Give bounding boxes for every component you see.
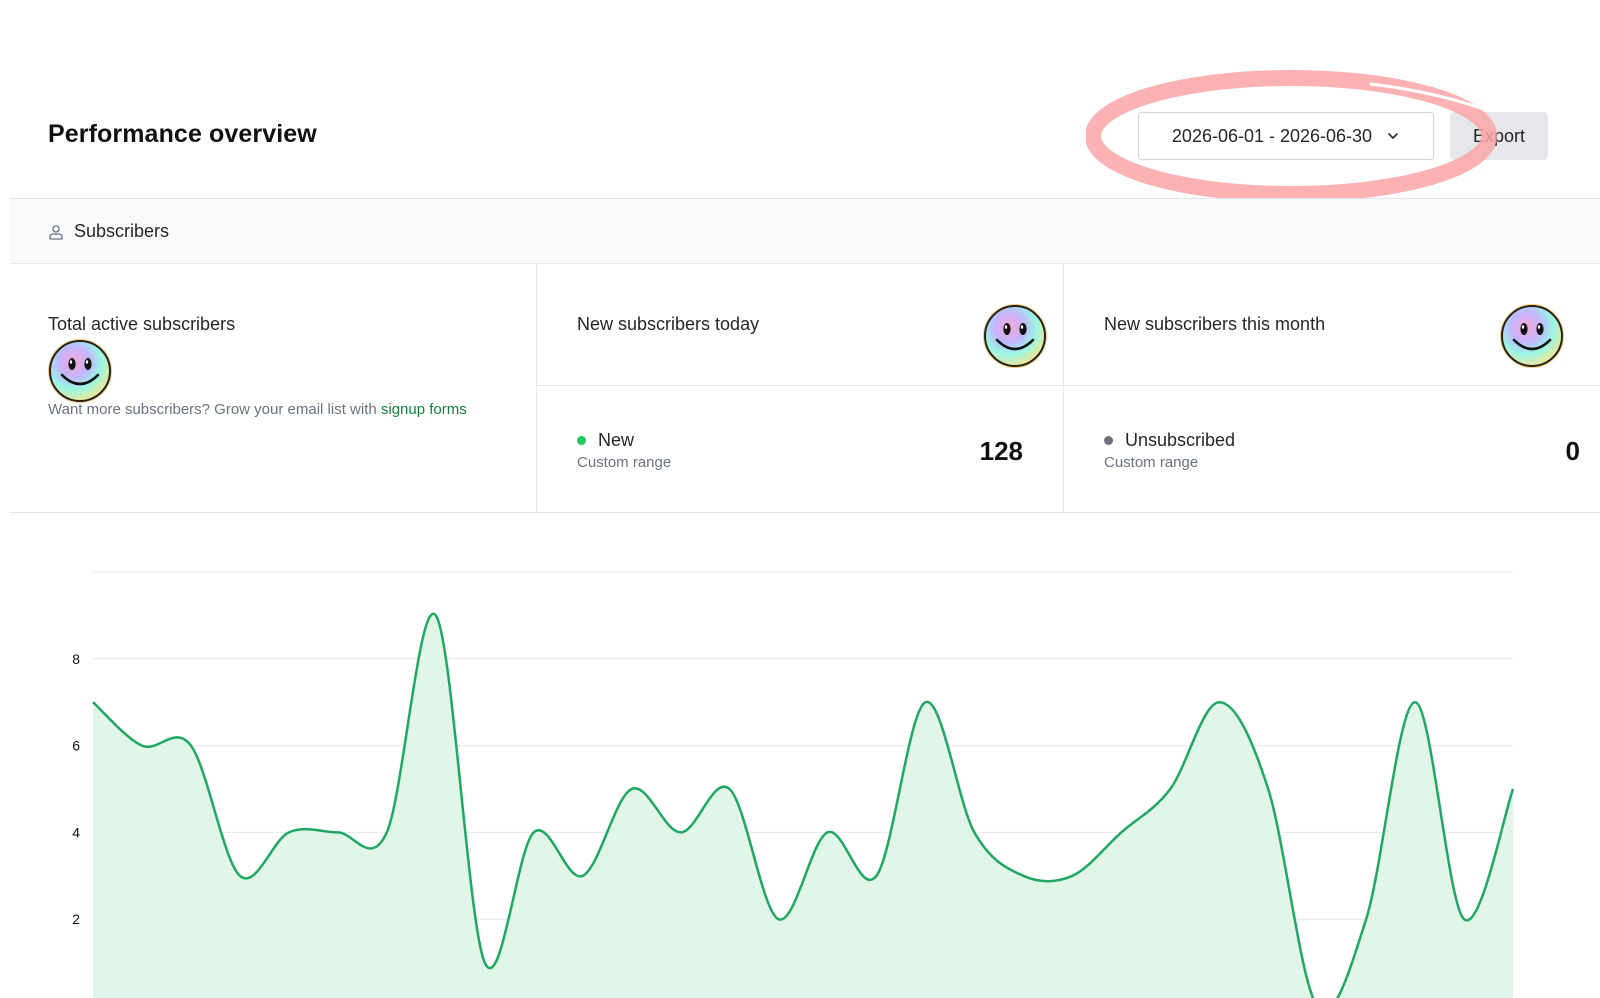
area-chart: 2 4 6 8: [72, 571, 1515, 998]
status-dot-icon: [577, 436, 586, 445]
stat-label-month: New subscribers this month: [1104, 314, 1326, 334]
status-dot-icon: [1104, 436, 1113, 445]
y-tick-label: 8: [72, 651, 80, 667]
smiley-sticker-icon: [1498, 302, 1566, 370]
metric-subtitle: Custom range: [577, 454, 672, 471]
stat-label-today: New subscribers today: [577, 314, 760, 334]
metric-value-unsubscribed: 0: [1565, 436, 1580, 466]
tab-label: Subscribers: [74, 221, 170, 241]
date-range-value: 2026-06-01 - 2026-06-30: [1171, 125, 1373, 146]
smiley-sticker-icon: [981, 302, 1049, 370]
tab-bar: Subscribers: [10, 198, 1600, 264]
stats-panel: Total active subscribers Want more subsc…: [10, 264, 1600, 513]
metric-new: New: [577, 430, 634, 451]
smiley-sticker-icon: [46, 337, 114, 405]
metric-name-label: New: [598, 430, 635, 450]
page-header: Performance overview 2026-06-01 - 2026-0…: [0, 0, 1600, 202]
y-tick-label: 2: [72, 911, 80, 927]
subscribers-chart: 2 4 6 8: [0, 514, 1600, 998]
signup-forms-link[interactable]: signup forms: [381, 401, 467, 418]
metric-unsubscribed: Unsubscribed: [1104, 430, 1235, 451]
metric-name-label: Unsubscribed: [1125, 430, 1236, 450]
stat-label-total: Total active subscribers: [48, 314, 236, 334]
y-tick-label: 6: [72, 738, 80, 754]
page-title: Performance overview: [48, 120, 317, 148]
chevron-down-icon: [1388, 133, 1398, 139]
date-range-picker[interactable]: 2026-06-01 - 2026-06-30: [1138, 112, 1434, 160]
tab-subscribers[interactable]: Subscribers: [48, 221, 169, 242]
y-tick-label: 4: [72, 824, 80, 840]
signup-hint: Want more subscribers? Grow your email l…: [48, 400, 488, 420]
metric-subtitle: Custom range: [1104, 454, 1199, 471]
metric-value-new: 128: [979, 436, 1023, 466]
user-icon: [49, 224, 63, 240]
area-fill: [93, 613, 1513, 998]
export-button[interactable]: Export: [1450, 112, 1548, 160]
